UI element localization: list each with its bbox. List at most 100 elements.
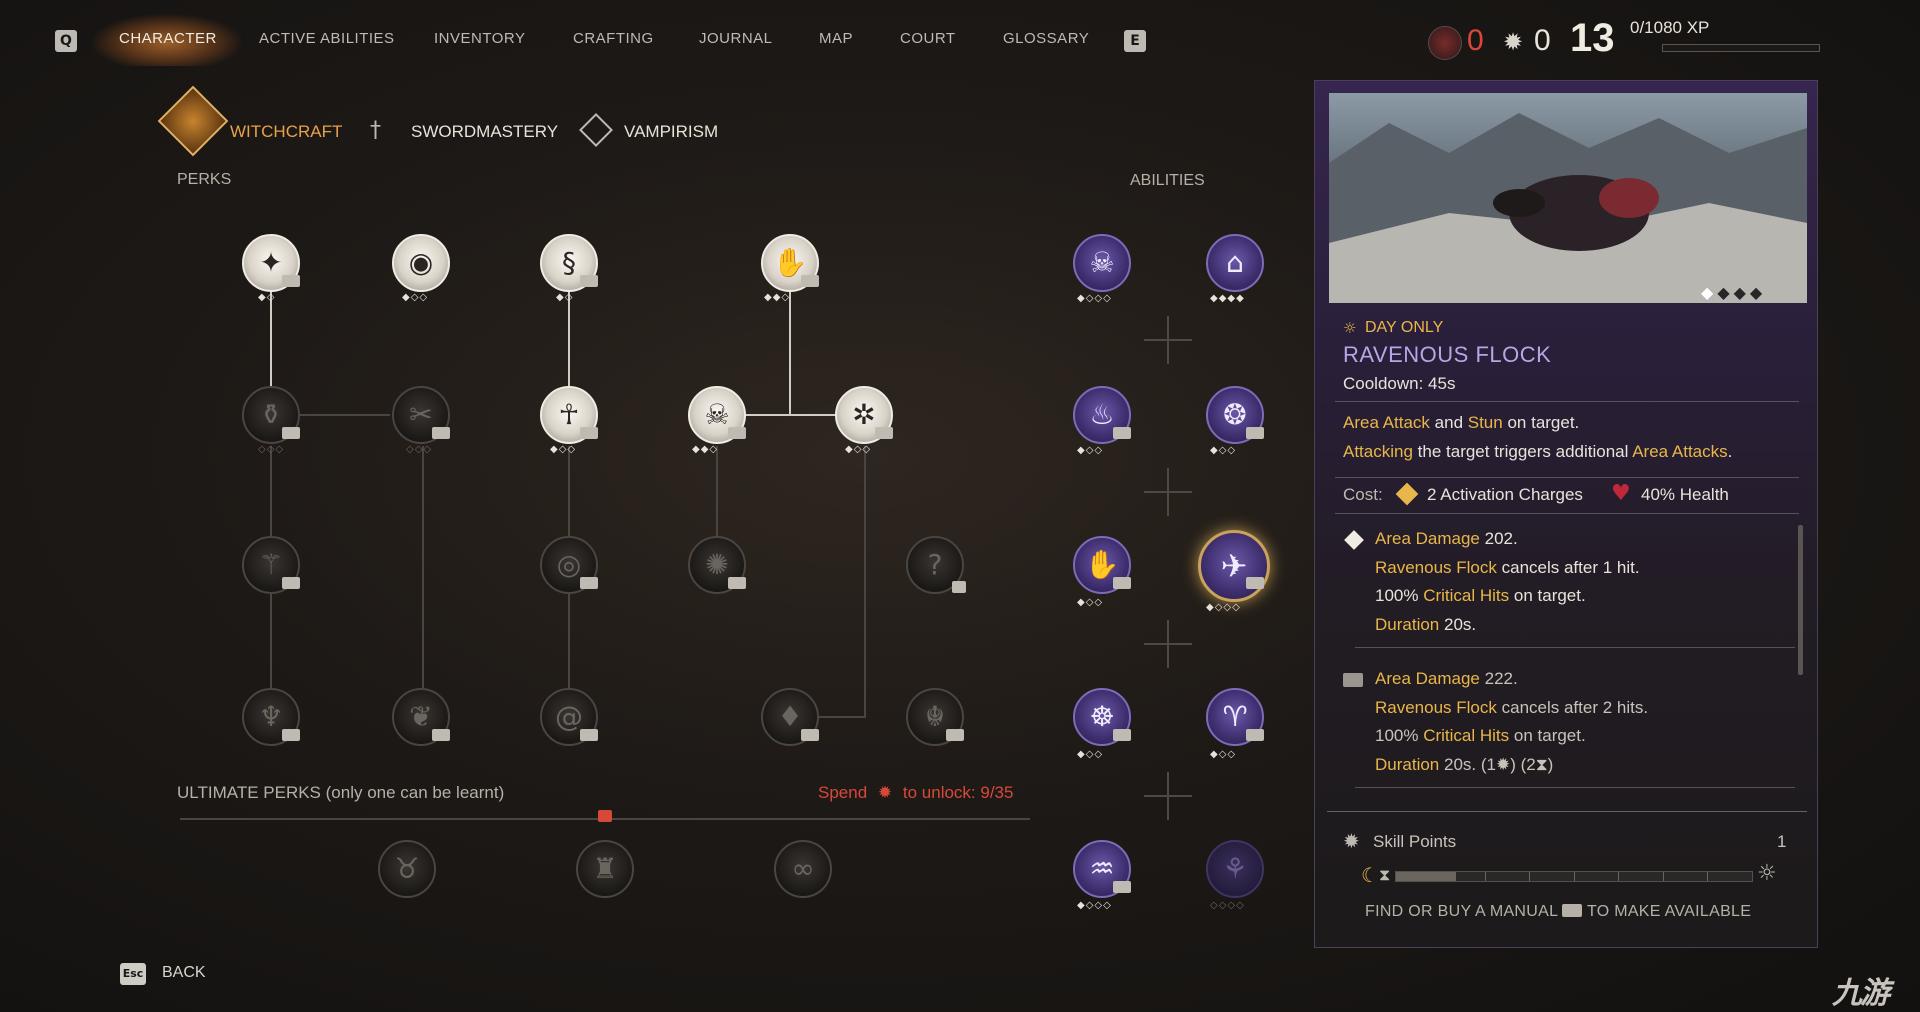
rank-pips: ◆◇◇	[845, 444, 872, 455]
moon-icon: ☾	[1361, 863, 1379, 887]
sun-icon: ☼	[1343, 319, 1357, 337]
ability-grid-cross	[1144, 620, 1192, 668]
connector-line	[789, 290, 791, 416]
rank-pips: ◆◇◇	[1077, 749, 1104, 760]
activation-charge-icon	[1395, 482, 1419, 506]
tab-court[interactable]: COURT	[900, 30, 956, 47]
ultimate-lock-icon	[598, 810, 612, 822]
subtab-vampirism[interactable]: VAMPIRISM	[624, 122, 718, 142]
rank-pips: ◆◇◇◇	[1206, 602, 1241, 613]
xp-bar	[1662, 44, 1820, 52]
details-scrollbar[interactable]	[1798, 525, 1803, 675]
rank-pips: ◆◇◇	[402, 292, 429, 303]
skill-point-icon: ✹	[877, 783, 893, 803]
tab-glossary[interactable]: GLOSSARY	[1003, 30, 1089, 47]
armored-knight-icon[interactable]: ♜	[576, 840, 634, 898]
description-line-1: Area Attack and Stun on target.	[1343, 413, 1580, 432]
hourglass-icon: ⧗	[1535, 755, 1548, 775]
tab-journal[interactable]: JOURNAL	[699, 30, 773, 47]
skill-points-label: Skill Points	[1373, 832, 1457, 851]
ability-grid-cross	[1144, 468, 1192, 516]
manual-book-icon	[282, 275, 300, 287]
evil-eye-icon[interactable]: ◉	[392, 234, 450, 292]
horned-beast-icon[interactable]: ♉	[378, 840, 436, 898]
keyhole-ability-icon[interactable]: ⌂	[1206, 234, 1264, 292]
skill-point-icon: ✹	[1343, 829, 1360, 853]
manual-book-icon	[1113, 881, 1131, 893]
description-line-2: Attacking the target triggers additional…	[1343, 442, 1733, 461]
ultimate-perks-label: ULTIMATE PERKS (only one can be learnt)	[177, 783, 505, 802]
xp-readout: 0/1080 XP	[1630, 18, 1710, 37]
skill-points-value: 1	[1777, 832, 1787, 851]
prev-tab-key[interactable]: Q	[55, 30, 77, 52]
rank-pips: ◆◇◇	[1077, 445, 1104, 456]
cost-charges: 2 Activation Charges	[1427, 485, 1583, 504]
manual-book-icon	[580, 427, 598, 439]
manual-book-icon	[1113, 427, 1131, 439]
top-nav: Q CHARACTER ACTIVE ABILITIES INVENTORY C…	[0, 0, 1920, 82]
shadow-ability-icon[interactable]: ⚘	[1206, 840, 1264, 898]
skill-point-icon: ✹	[1503, 28, 1524, 56]
subtab-witchcraft[interactable]: WITCHCRAFT	[230, 122, 342, 142]
rank-pips: ◆◇◇	[1210, 749, 1237, 760]
skull-ability-icon[interactable]: ☠	[1073, 234, 1131, 292]
tab-crafting[interactable]: CRAFTING	[573, 30, 654, 47]
tab-character[interactable]: CHARACTER	[119, 30, 217, 47]
back-button[interactable]: BACK	[162, 964, 206, 982]
tier2-duration: Duration 20s. (1✹) (2⧗)	[1375, 755, 1554, 775]
tab-map[interactable]: MAP	[819, 30, 853, 47]
character-level: 13	[1570, 16, 1615, 60]
blood-count: 0	[1467, 24, 1484, 57]
unlock-progress: to unlock: 9/35	[902, 783, 1014, 802]
tier2-crit: 100% Critical Hits on target.	[1375, 726, 1586, 745]
rank-pips: ◆◆◇	[764, 292, 791, 303]
manual-book-icon	[875, 427, 893, 439]
manual-book-icon	[1246, 427, 1264, 439]
spend-label: Spend	[818, 783, 868, 802]
tab-inventory[interactable]: INVENTORY	[434, 30, 525, 47]
perks-label: PERKS	[177, 171, 232, 188]
preview-page-dots[interactable]: ◆◆◆◆	[1701, 283, 1766, 302]
manual-book-icon	[728, 577, 746, 589]
manual-book-icon	[282, 729, 300, 741]
divider	[1335, 401, 1799, 402]
watermark: 九游	[1832, 976, 1890, 1011]
sword-icon: †	[370, 118, 381, 143]
progress-fill	[1396, 872, 1456, 881]
lock-icon	[952, 581, 966, 593]
rank-pips: ◆◇◇	[550, 444, 577, 455]
divider	[1355, 647, 1795, 648]
next-tab-key[interactable]: E	[1124, 30, 1146, 52]
rank-pips: ◆◇◇◇	[1077, 900, 1112, 911]
manual-book-icon	[946, 729, 964, 741]
manual-book-icon	[1113, 729, 1131, 741]
rank-pips: ◆◇◇	[1210, 445, 1237, 456]
manual-book-icon	[580, 275, 598, 287]
divider	[1335, 513, 1799, 514]
dragon-coil-icon[interactable]: ∞	[774, 840, 832, 898]
tier1-duration: Duration 20s.	[1375, 615, 1477, 634]
esc-key[interactable]: Esc	[120, 963, 146, 985]
manual-book-icon	[1343, 673, 1363, 687]
rank-pips: ◆◇◇	[1077, 597, 1104, 608]
rank-pips: ◇◇◇◇	[1210, 900, 1245, 911]
vampire-fang-icon	[579, 113, 613, 147]
preview-scene	[1329, 113, 1807, 303]
manual-book-icon	[728, 427, 746, 439]
tab-active-abilities[interactable]: ACTIVE ABILITIES	[259, 30, 395, 47]
divider	[1335, 477, 1799, 478]
hourglass-icon: ⧗	[1379, 865, 1391, 884]
tier1-crit: 100% Critical Hits on target.	[1375, 586, 1586, 605]
blood-icon	[1428, 26, 1462, 60]
rank-pips: ◆◇	[258, 292, 276, 303]
rank-pips: ◆◆◇	[692, 444, 719, 455]
day-only-tag: DAY ONLY	[1365, 319, 1444, 336]
ravenous-flock-icon[interactable]: ✈	[1198, 530, 1270, 602]
divider	[1327, 811, 1807, 812]
manual-book-icon	[801, 275, 819, 287]
subtab-swordmastery[interactable]: SWORDMASTERY	[411, 122, 558, 142]
connector-line	[864, 446, 866, 716]
tier1-cancel: Ravenous Flock cancels after 1 hit.	[1375, 558, 1640, 577]
manual-book-icon	[1562, 904, 1583, 917]
witchcraft-icon[interactable]	[157, 85, 229, 157]
